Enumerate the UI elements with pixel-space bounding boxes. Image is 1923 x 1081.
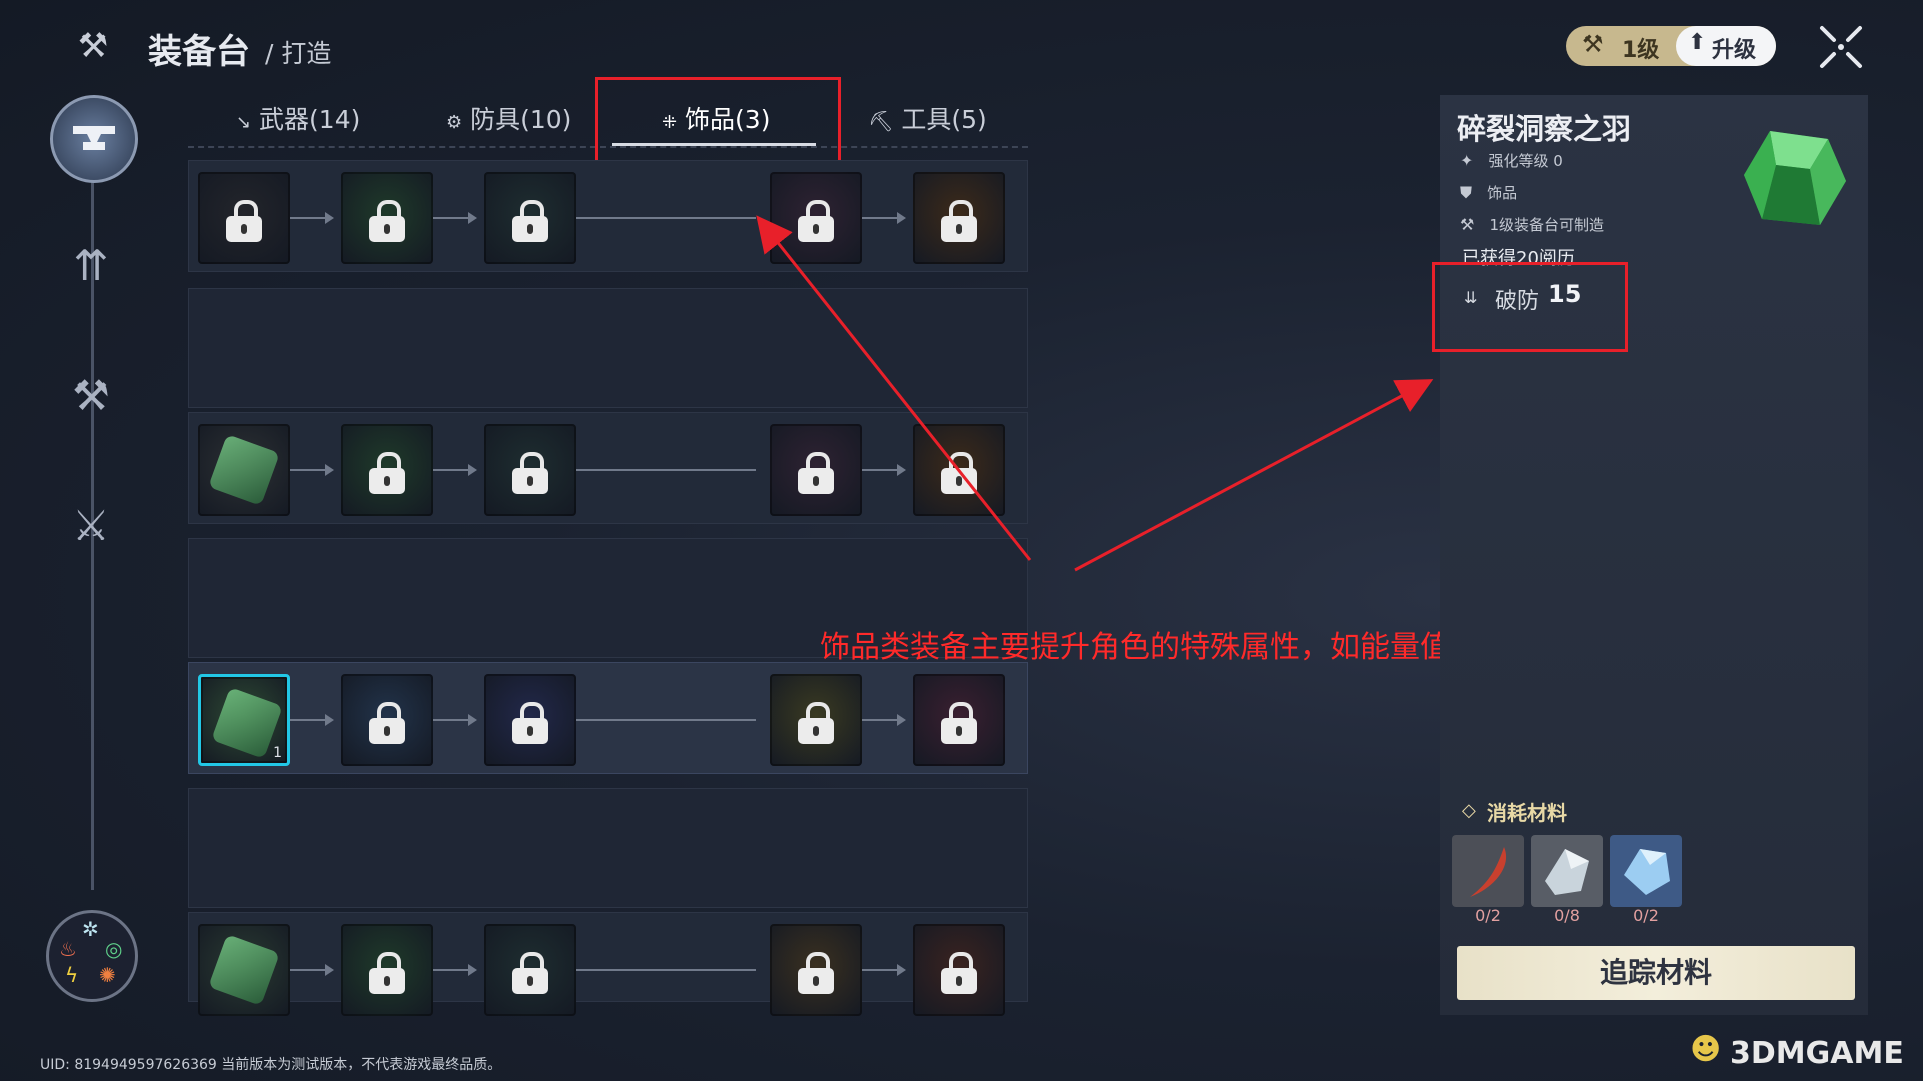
- item-attr-craft: ⚒ 1级装备台可制造: [1460, 214, 1604, 235]
- materials-title: 消耗材料: [1487, 801, 1567, 825]
- annotation-arrow-stat: [1074, 379, 1434, 572]
- material-count-2: 0/8: [1554, 906, 1580, 925]
- material-slot-3[interactable]: [1610, 835, 1682, 907]
- enhance-level-text: 强化等级 0: [1488, 152, 1563, 170]
- track-materials-button[interactable]: 追踪材料: [1457, 946, 1855, 1000]
- material-count-3: 0/2: [1633, 906, 1659, 925]
- watermark: 3DMGAME: [1730, 1036, 1904, 1071]
- claw-icon: [1452, 835, 1524, 907]
- crystal-icon: [1610, 835, 1682, 907]
- material-slot-1[interactable]: [1452, 835, 1524, 907]
- item-attr-type: ⛊ 饰品: [1460, 182, 1517, 203]
- annotation-box-stat: [1432, 262, 1628, 352]
- uid-footer: UID: 8194949597626369 当前版本为测试版本，不代表游戏最终品…: [40, 1057, 502, 1073]
- item-attr-enhance: ✦ 强化等级 0: [1460, 150, 1563, 171]
- craft-requirement-text: 1级装备台可制造: [1489, 216, 1604, 234]
- diamond-outline-icon: ◇: [1462, 800, 1476, 821]
- sparkle-icon: ✦: [1460, 151, 1474, 170]
- watermark-mascot-icon: ☻: [1690, 1032, 1722, 1067]
- annotation-arrow-tab: [756, 215, 1032, 561]
- item-type-text: 饰品: [1487, 184, 1518, 202]
- shield-icon: ⛊: [1460, 183, 1473, 202]
- material-slot-2[interactable]: [1531, 835, 1603, 907]
- ore-icon: [1531, 835, 1603, 907]
- emerald-gem-icon: [1744, 131, 1846, 225]
- material-count-1: 0/2: [1475, 906, 1501, 925]
- anvil-small-icon: ⚒: [1460, 215, 1475, 234]
- item-name: 碎裂洞察之羽: [1457, 112, 1632, 146]
